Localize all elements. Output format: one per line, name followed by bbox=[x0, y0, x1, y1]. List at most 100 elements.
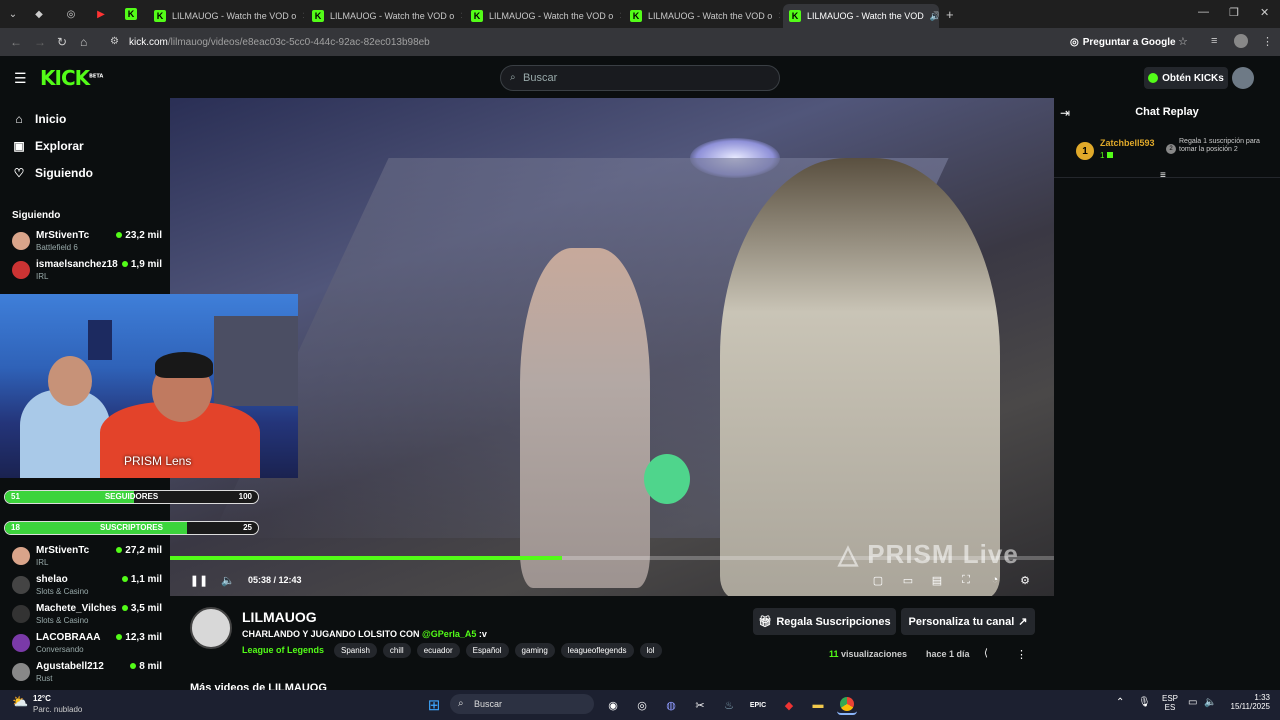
close-icon[interactable]: ✕ bbox=[296, 11, 304, 22]
gift-subscriptions-button[interactable]: 🎁︎ Regala Suscripciones bbox=[753, 608, 896, 635]
windows-start-icon[interactable]: ⊞ bbox=[424, 695, 444, 715]
pause-icon[interactable]: ❚❚ bbox=[190, 573, 208, 587]
more-options-icon[interactable]: ⋮ bbox=[1016, 648, 1027, 661]
search-input[interactable]: ⌕ Buscar bbox=[500, 65, 780, 91]
epic-games-icon[interactable]: EPIC bbox=[748, 695, 768, 715]
discord-icon[interactable]: ◍ bbox=[661, 695, 681, 715]
sidebar-item-explorar[interactable]: ▣ Explorar bbox=[12, 139, 83, 153]
network-icon[interactable]: ▭ bbox=[1188, 697, 1197, 708]
expand-leaderboard-icon[interactable]: ≡ bbox=[1160, 170, 1166, 181]
bookmark-icon[interactable]: ☆ bbox=[1178, 35, 1188, 48]
forward-icon[interactable]: → bbox=[34, 35, 46, 49]
tray-overflow-icon[interactable]: ⌃ bbox=[1116, 697, 1124, 708]
rank-badge: 1 bbox=[1076, 142, 1094, 160]
close-icon[interactable]: ✕ bbox=[454, 11, 462, 22]
media-control-icon[interactable]: ≡ bbox=[1211, 35, 1217, 47]
settings-gear-icon[interactable]: ⚙ bbox=[1018, 573, 1032, 587]
mention-link[interactable]: @GPerla_A5 bbox=[422, 629, 476, 639]
browser-tab[interactable]: KLILMAUOG - Watch the VOD o✕ bbox=[148, 4, 304, 28]
tag[interactable]: chill bbox=[382, 643, 411, 658]
tab-search-icon[interactable]: ⌄ bbox=[4, 6, 22, 22]
video-player[interactable]: △ PRISM Live bbox=[170, 98, 1054, 596]
pinned-tab-2[interactable]: ◎ bbox=[62, 6, 80, 22]
close-icon[interactable]: ✕ bbox=[613, 11, 621, 22]
file-explorer-icon[interactable]: ▬ bbox=[808, 695, 828, 715]
new-tab-button[interactable]: + bbox=[946, 7, 954, 22]
playback-speed-icon[interactable]: ◔ bbox=[988, 573, 1002, 587]
profile-avatar[interactable] bbox=[1234, 34, 1248, 48]
category-link[interactable]: League of Legends bbox=[242, 645, 324, 655]
ask-google-button[interactable]: ◎ Preguntar a Google bbox=[1070, 33, 1176, 51]
close-icon[interactable]: ✕ bbox=[772, 11, 780, 22]
pinned-tab-kick[interactable]: K bbox=[122, 6, 140, 22]
clip-icon[interactable]: ▭ bbox=[901, 573, 915, 587]
fullscreen-icon[interactable]: ⛶ bbox=[959, 573, 973, 587]
browser-tab[interactable]: KLILMAUOG - Watch the VOD o✕ bbox=[624, 4, 780, 28]
get-kicks-button[interactable]: Obtén KICKs bbox=[1144, 67, 1228, 89]
leaderboard-message: Regala 1 suscripción para tomar la posic… bbox=[1179, 138, 1260, 153]
subscribers-goal-bar: 18 SUSCRIPTORES 25 bbox=[4, 521, 259, 535]
maximize-button[interactable]: ❐ bbox=[1229, 6, 1239, 19]
tag[interactable]: Spanish bbox=[334, 643, 377, 658]
followers-goal-bar: 51 SEGUIDORES 100 bbox=[4, 490, 259, 504]
customize-channel-button[interactable]: Personaliza tu canal ↗ bbox=[901, 608, 1035, 635]
tag[interactable]: gaming bbox=[514, 643, 555, 658]
reload-icon[interactable]: ↻ bbox=[57, 35, 67, 49]
back-icon[interactable]: ← bbox=[10, 35, 22, 49]
kick-logo[interactable]: KICKBETA bbox=[40, 66, 103, 90]
obs-app-icon[interactable]: ◉ bbox=[603, 695, 623, 715]
close-window-button[interactable]: ✕ bbox=[1260, 6, 1269, 19]
progress-fill bbox=[170, 556, 562, 560]
pinned-tab-1[interactable]: ◆ bbox=[30, 6, 48, 22]
tag[interactable]: Español bbox=[465, 643, 509, 658]
microphone-icon[interactable]: 🎙︎ bbox=[1138, 697, 1151, 708]
recommended-channel[interactable]: Agustabell212 Rust 8 mil bbox=[12, 661, 162, 689]
channel-name[interactable]: LILMAUOG bbox=[242, 609, 317, 625]
recommended-channel[interactable]: shelao Slots & Casino 1,1 mil bbox=[12, 574, 162, 602]
leaderboard-user[interactable]: Zatchbell593 bbox=[1100, 138, 1155, 148]
language-indicator[interactable]: ESP ES bbox=[1162, 694, 1178, 712]
site-info-icon[interactable]: ⚙ bbox=[110, 36, 119, 47]
gift-icon: 🎁︎ bbox=[758, 616, 773, 628]
recommended-channel[interactable]: Machete_Vilches Slots & Casino 3,5 mil bbox=[12, 603, 162, 631]
recommended-channel[interactable]: LACOBRAAA Conversando 12,3 mil bbox=[12, 632, 162, 660]
chat-title: Chat Replay bbox=[1135, 106, 1199, 118]
capcut-icon[interactable]: ✂ bbox=[690, 695, 710, 715]
clock[interactable]: 1:33 15/11/2025 bbox=[1222, 693, 1270, 711]
tag[interactable]: leagueoflegends bbox=[560, 643, 634, 658]
sidebar-item-siguiendo[interactable]: ♡ Siguiendo bbox=[12, 166, 93, 180]
tag[interactable]: lol bbox=[639, 643, 662, 658]
tag[interactable]: ecuador bbox=[416, 643, 460, 658]
recommended-channel[interactable]: MrStivenTc IRL 27,2 mil bbox=[12, 545, 162, 573]
theater-mode-icon[interactable]: ▤ bbox=[930, 573, 944, 587]
app-icon[interactable]: ◎ bbox=[632, 695, 652, 715]
riot-icon[interactable]: ◆ bbox=[779, 695, 799, 715]
browser-tab-active[interactable]: KLILMAUOG - Watch the VOD🔊✕ bbox=[783, 4, 939, 28]
following-channel[interactable]: MrStivenTc Battlefield 6 23,2 mil bbox=[12, 230, 162, 258]
volume-tray-icon[interactable]: 🔈 bbox=[1204, 697, 1216, 708]
user-avatar[interactable] bbox=[1232, 67, 1254, 89]
taskbar-search[interactable]: ⌕ Buscar bbox=[450, 694, 594, 714]
chat-panel bbox=[1054, 98, 1280, 690]
home-icon[interactable]: ⌂ bbox=[80, 35, 87, 49]
hamburger-menu-icon[interactable]: ☰ bbox=[14, 70, 27, 87]
pinned-tab-youtube[interactable]: ▶ bbox=[92, 6, 110, 22]
steam-icon[interactable]: ♨ bbox=[719, 695, 739, 715]
mini-player-icon[interactable]: ▢ bbox=[871, 573, 885, 587]
volume-icon[interactable]: 🔈 bbox=[221, 573, 235, 587]
share-icon[interactable]: ⟨ bbox=[984, 648, 988, 659]
sidebar-item-inicio[interactable]: ⌂ Inicio bbox=[12, 112, 66, 126]
person-right-hair bbox=[155, 352, 213, 378]
weather-icon[interactable]: ⛅ bbox=[12, 694, 28, 710]
following-channel[interactable]: ismaelsanchez18 IRL 1,9 mil bbox=[12, 259, 162, 287]
progress-track[interactable] bbox=[170, 556, 1054, 560]
avatar bbox=[12, 634, 30, 652]
channel-avatar[interactable] bbox=[190, 607, 232, 649]
heart-icon: ♡ bbox=[13, 166, 25, 180]
url-field[interactable]: kick.com/lilmauog/videos/e8eac03c-5cc0-4… bbox=[129, 32, 1089, 52]
browser-menu-icon[interactable]: ⋮ bbox=[1262, 35, 1273, 48]
chrome-icon[interactable] bbox=[837, 695, 857, 715]
browser-tab[interactable]: KLILMAUOG - Watch the VOD o✕ bbox=[465, 4, 621, 28]
minimize-button[interactable]: — bbox=[1198, 6, 1209, 18]
browser-tab[interactable]: KLILMAUOG - Watch the VOD o✕ bbox=[306, 4, 462, 28]
